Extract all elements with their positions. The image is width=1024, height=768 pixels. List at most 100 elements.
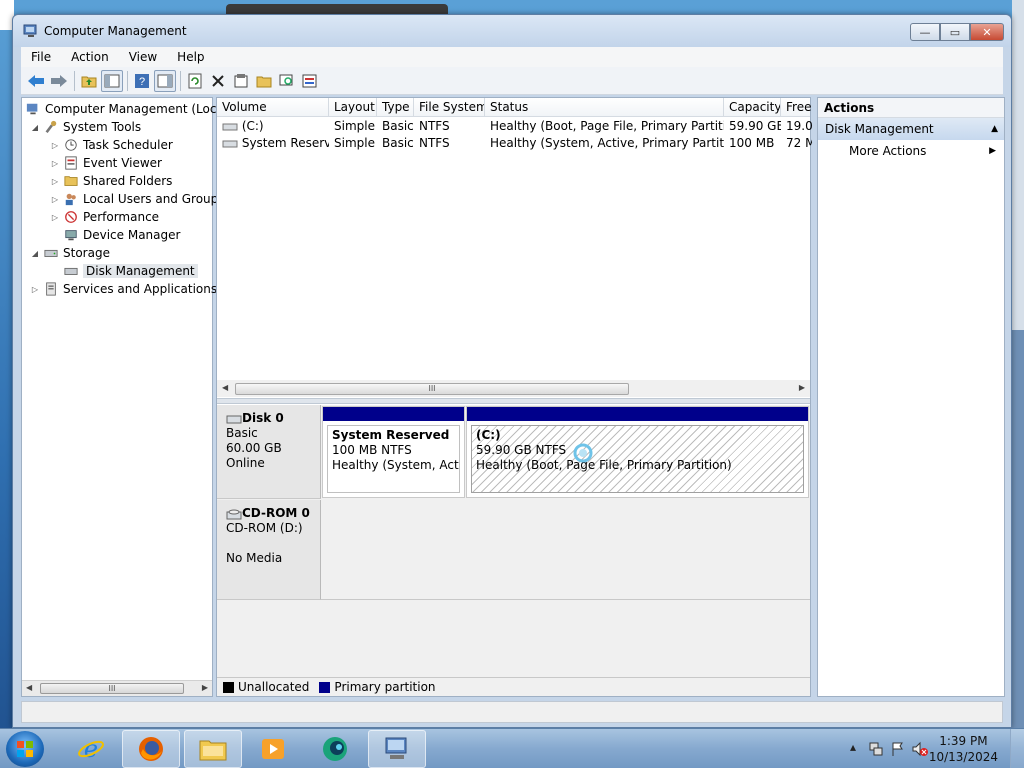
file-explorer-icon[interactable] (184, 730, 242, 768)
expand-arrow-icon[interactable]: ▷ (30, 285, 40, 294)
search-icon[interactable] (276, 70, 298, 92)
scroll-left-arrow-icon[interactable]: ◀ (222, 383, 228, 392)
menu-help[interactable]: Help (167, 50, 214, 64)
storage-icon (43, 245, 59, 261)
tree-item-task-scheduler[interactable]: ▷ Task Scheduler (50, 136, 173, 154)
column-capacity[interactable]: Capacity (724, 98, 781, 117)
settings-icon[interactable] (299, 70, 321, 92)
media-player-icon[interactable] (244, 730, 302, 768)
partition-c-drive[interactable]: (C:) 59.90 GB NTFS Healthy (Boot, Page F… (466, 406, 809, 498)
column-layout[interactable]: Layout (329, 98, 377, 117)
tree-item-services-and-applications[interactable]: ▷ Services and Applications (30, 280, 217, 298)
volume-muted-icon[interactable] (912, 741, 928, 757)
collapse-arrow-icon[interactable]: ◢ (30, 123, 40, 132)
app-icon[interactable] (306, 730, 364, 768)
cell-free: 72 M (786, 136, 812, 150)
scrollbar-thumb[interactable]: III (235, 383, 629, 395)
more-actions-label: More Actions (849, 144, 927, 158)
cell-layout: Simple (334, 119, 375, 133)
show-hide-action-pane-icon[interactable] (154, 69, 176, 92)
back-arrow-icon[interactable] (25, 70, 47, 92)
collapse-caret-icon[interactable]: ▲ (991, 118, 998, 140)
forward-arrow-icon[interactable] (48, 70, 70, 92)
submenu-arrow-icon: ▶ (989, 146, 996, 156)
computer-management-icon[interactable] (368, 730, 426, 768)
console-tree: Computer Management (Local ◢ System Tool… (21, 97, 227, 697)
tree-horizontal-scrollbar[interactable]: ◀ III ▶ (22, 680, 212, 696)
cell-status: Healthy (Boot, Page File, Primary Partit… (490, 119, 724, 133)
expand-arrow-icon[interactable]: ▷ (50, 159, 60, 168)
tree-item-system-tools[interactable]: ◢ System Tools (30, 118, 141, 136)
disk-icon (226, 415, 242, 423)
cell-volume: (C:) (241, 119, 264, 133)
scroll-right-arrow-icon[interactable]: ▶ (799, 383, 805, 392)
actions-section-disk-management[interactable]: Disk Management ▲ (818, 118, 1004, 140)
legend-unallocated: Unallocated (238, 680, 310, 694)
maximize-button[interactable]: ▭ (940, 23, 970, 41)
title-bar[interactable]: Computer Management — ▭ ✕ (13, 15, 1011, 47)
action-center-flag-icon[interactable] (890, 741, 906, 757)
show-desktop-button[interactable] (1010, 729, 1024, 768)
column-type[interactable]: Type (377, 98, 414, 117)
menu-file[interactable]: File (21, 50, 61, 64)
tree-item-storage[interactable]: ◢ Storage (30, 244, 110, 262)
tree-item-device-manager[interactable]: Device Manager (63, 226, 180, 244)
open-icon[interactable] (253, 70, 275, 92)
more-actions-item[interactable]: More Actions ▶ (818, 140, 1004, 162)
disk-management-icon (63, 263, 79, 279)
tree-item-event-viewer[interactable]: ▷ Event Viewer (50, 154, 162, 172)
refresh-icon[interactable] (184, 70, 206, 92)
scroll-left-arrow-icon[interactable]: ◀ (26, 683, 32, 692)
tree-item-computer-management[interactable]: Computer Management (Local (25, 100, 227, 118)
column-status[interactable]: Status (485, 98, 724, 117)
expand-arrow-icon[interactable]: ▷ (50, 213, 60, 222)
tree-label: Local Users and Groups (83, 192, 225, 206)
cdrom-empty-area (321, 500, 810, 600)
volume-list-horizontal-scrollbar[interactable]: ◀ III ▶ (217, 380, 810, 397)
table-row[interactable]: System Reserved Simple Basic NTFS Health… (217, 135, 812, 152)
scrollbar-thumb[interactable]: III (40, 683, 184, 694)
column-file-system[interactable]: File System (414, 98, 485, 117)
disk-size: 60.00 GB (226, 441, 282, 455)
help-icon[interactable]: ? (131, 70, 153, 92)
firefox-icon[interactable] (122, 730, 180, 768)
cdrom-0-label[interactable]: CD-ROM 0 CD-ROM (D:) No Media (217, 500, 321, 600)
tree-item-local-users[interactable]: ▷ Local Users and Groups (50, 190, 225, 208)
show-hide-console-tree-icon[interactable] (101, 69, 123, 92)
up-folder-icon[interactable] (78, 70, 100, 92)
cell-layout: Simple (334, 136, 375, 150)
menu-view[interactable]: View (119, 50, 167, 64)
legend: Unallocated Primary partition (217, 677, 810, 696)
clock-icon (63, 137, 79, 153)
close-button[interactable]: ✕ (970, 23, 1004, 41)
tree-label: Performance (83, 210, 160, 224)
expand-arrow-icon[interactable]: ▷ (50, 141, 60, 150)
partition-status: Healthy (System, Active, (332, 458, 459, 472)
disk-0-label[interactable]: Disk 0 Basic 60.00 GB Online (217, 405, 321, 499)
cdrom-media: No Media (226, 551, 283, 565)
tree-item-shared-folders[interactable]: ▷ Shared Folders (50, 172, 172, 190)
delete-icon[interactable] (207, 70, 229, 92)
show-hidden-icons-icon[interactable]: ▴ (850, 740, 856, 754)
table-row[interactable]: (C:) Simple Basic NTFS Healthy (Boot, Pa… (217, 118, 812, 135)
menu-action[interactable]: Action (61, 50, 119, 64)
minimize-button[interactable]: — (910, 23, 940, 41)
taskbar: e ▴ 1:39 PM 10/13/2024 (0, 728, 1024, 768)
tree-label: Disk Management (83, 264, 198, 278)
properties-icon[interactable] (230, 70, 252, 92)
expand-arrow-icon[interactable]: ▷ (50, 195, 60, 204)
actions-pane: Actions Disk Management ▲ More Actions ▶ (817, 97, 1005, 697)
network-icon[interactable] (868, 741, 884, 757)
pane-splitter[interactable] (217, 398, 810, 404)
collapse-arrow-icon[interactable]: ◢ (30, 249, 40, 258)
clock[interactable]: 1:39 PM 10/13/2024 (929, 733, 998, 765)
partition-system-reserved[interactable]: System Reserved 100 MB NTFS Healthy (Sys… (322, 406, 465, 498)
scroll-right-arrow-icon[interactable]: ▶ (202, 683, 208, 692)
column-free[interactable]: Free (781, 98, 812, 117)
internet-explorer-icon[interactable]: e (62, 730, 120, 768)
expand-arrow-icon[interactable]: ▷ (50, 177, 60, 186)
tree-item-performance[interactable]: ▷ Performance (50, 208, 159, 226)
column-volume[interactable]: Volume (217, 98, 329, 117)
start-button[interactable] (6, 731, 44, 767)
tree-item-disk-management[interactable]: Disk Management (63, 262, 198, 280)
